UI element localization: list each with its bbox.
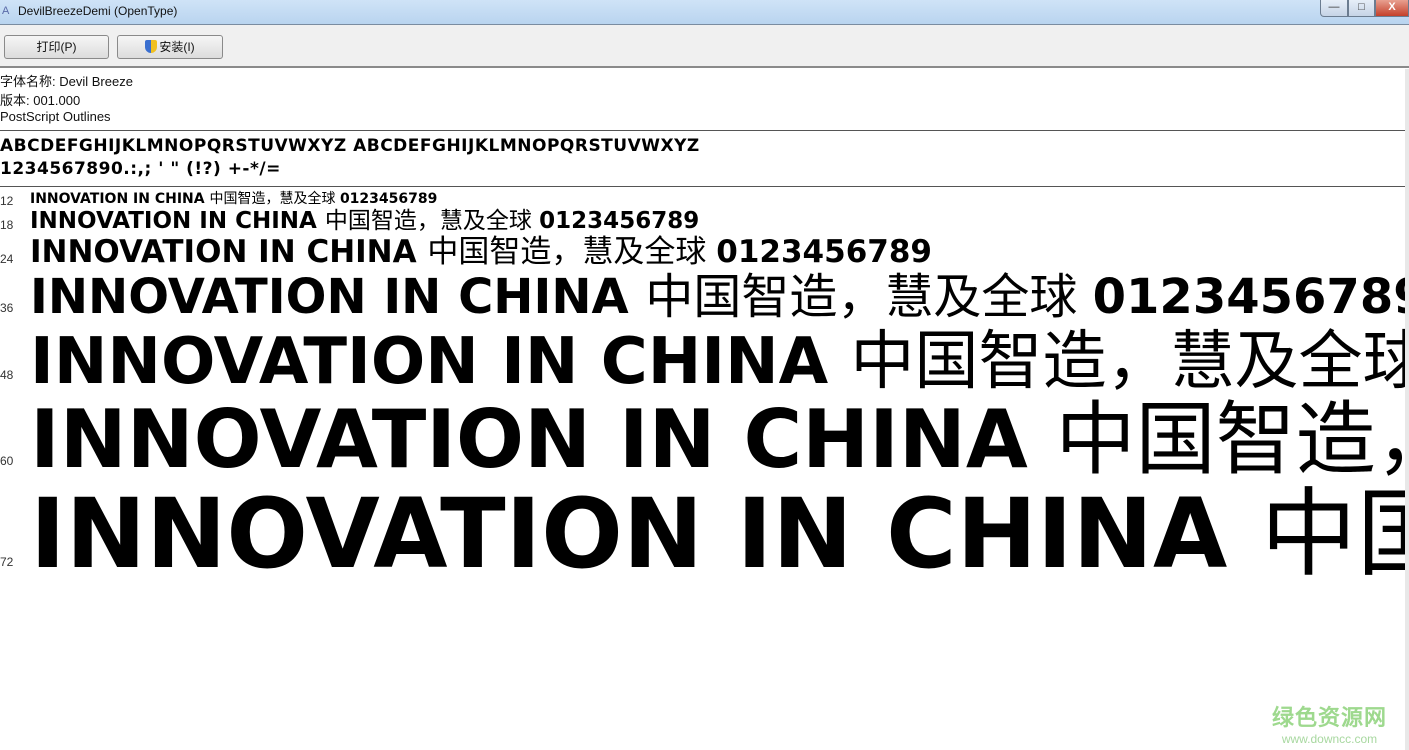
sample-digits: 0123456789 xyxy=(539,208,700,234)
sample-text: INNOVATION IN CHINA 中国智造，慧及全球 0123456789 xyxy=(30,486,1405,582)
toolbar: 打印(P) 安装(I) xyxy=(0,25,1409,68)
sample-cjk: 中国智造，慧及全球 xyxy=(1260,478,1405,590)
divider xyxy=(0,186,1405,187)
size-label: 36 xyxy=(0,301,14,315)
sample-latin: INNOVATION IN CHINA xyxy=(30,269,646,325)
sample-latin: INNOVATION IN CHINA xyxy=(30,478,1261,590)
scrollbar[interactable] xyxy=(1405,69,1409,750)
sample-cjk: 中国智造，慧及全球 xyxy=(1055,393,1405,486)
sample-digits: 0123456789 xyxy=(339,191,438,207)
font-app-icon: A xyxy=(2,5,10,17)
title-bar: A DevilBreezeDemi (OpenType) — □ X xyxy=(0,0,1409,25)
sample-row: 24 INNOVATION IN CHINA 中国智造，慧及全球 0123456… xyxy=(0,0,1405,750)
sample-row: 60 INNOVATION IN CHINA 中国智造，慧及全球 0123456… xyxy=(0,0,1405,750)
size-label: 48 xyxy=(0,368,14,382)
sample-row: 12 INNOVATION IN CHINA 中国智造，慧及全球 0123456… xyxy=(0,0,1405,750)
sample-row: 72 INNOVATION IN CHINA 中国智造，慧及全球 0123456… xyxy=(0,0,1405,750)
watermark-name: 绿色资源网 xyxy=(1272,705,1388,730)
close-button[interactable]: X xyxy=(1375,0,1409,17)
size-label: 24 xyxy=(0,252,14,266)
maximize-button[interactable]: □ xyxy=(1348,0,1375,17)
sample-text: INNOVATION IN CHINA 中国智造，慧及全球 0123456789 xyxy=(30,210,699,233)
watermark-url: www.downcc.com xyxy=(1281,732,1378,746)
print-button[interactable]: 打印(P) xyxy=(4,35,109,59)
sample-text: INNOVATION IN CHINA 中国智造，慧及全球 0123456789 xyxy=(30,400,1405,480)
size-label: 60 xyxy=(0,454,14,468)
font-name: 字体名称: Devil Breeze xyxy=(0,74,133,89)
sample-cjk: 中国智造，慧及全球 xyxy=(209,191,340,207)
font-outlines: PostScript Outlines xyxy=(0,109,111,124)
sample-text: INNOVATION IN CHINA 中国智造，慧及全球 0123456789 xyxy=(30,273,1405,321)
sample-text: INNOVATION IN CHINA 中国智造，慧及全球 0123456789 xyxy=(30,237,932,268)
sample-text: INNOVATION IN CHINA 中国智造，慧及全球 0123456789 xyxy=(30,192,437,206)
sample-latin: INNOVATION IN CHINA xyxy=(30,325,851,399)
watermark: 绿色资源网 www.downcc.com xyxy=(1272,700,1387,746)
charset-letters: ABCDEFGHIJKLMNOPQRSTUVWXYZ ABCDEFGHIJKLM… xyxy=(0,136,700,156)
font-version: 版本: 001.000 xyxy=(0,93,81,108)
sample-cjk: 中国智造，慧及全球 xyxy=(427,234,717,270)
sample-latin: INNOVATION IN CHINA xyxy=(30,208,325,234)
window-title: DevilBreezeDemi (OpenType) xyxy=(18,4,178,18)
uac-shield-icon xyxy=(145,40,158,53)
size-label: 18 xyxy=(0,218,14,232)
sample-latin: INNOVATION IN CHINA xyxy=(30,191,210,207)
sample-cjk: 中国智造，慧及全球 xyxy=(850,325,1405,399)
size-label: 12 xyxy=(0,194,14,208)
sample-latin: INNOVATION IN CHINA xyxy=(30,234,428,270)
sample-digits: 0123456789 xyxy=(716,234,932,270)
divider xyxy=(0,130,1405,131)
sample-latin: INNOVATION IN CHINA xyxy=(30,393,1056,486)
sample-cjk: 中国智造，慧及全球 xyxy=(645,269,1093,325)
sample-row: 48 INNOVATION IN CHINA 中国智造，慧及全球 0123456… xyxy=(0,0,1405,750)
install-label: 安装(I) xyxy=(159,40,195,54)
sample-row: 36 INNOVATION IN CHINA 中国智造，慧及全球 0123456… xyxy=(0,0,1405,750)
minimize-button[interactable]: — xyxy=(1320,0,1348,17)
sample-digits: 0123456789 xyxy=(1092,269,1405,325)
sample-row: 18 INNOVATION IN CHINA 中国智造，慧及全球 0123456… xyxy=(0,0,1405,750)
sample-text: INNOVATION IN CHINA 中国智造，慧及全球 0123456789 xyxy=(30,330,1405,394)
charset-symbols: 1234567890.:,; ' " (!?) +-*/= xyxy=(0,159,281,179)
install-button[interactable]: 安装(I) xyxy=(117,35,223,59)
sample-cjk: 中国智造，慧及全球 xyxy=(324,208,540,234)
size-label: 72 xyxy=(0,555,14,569)
